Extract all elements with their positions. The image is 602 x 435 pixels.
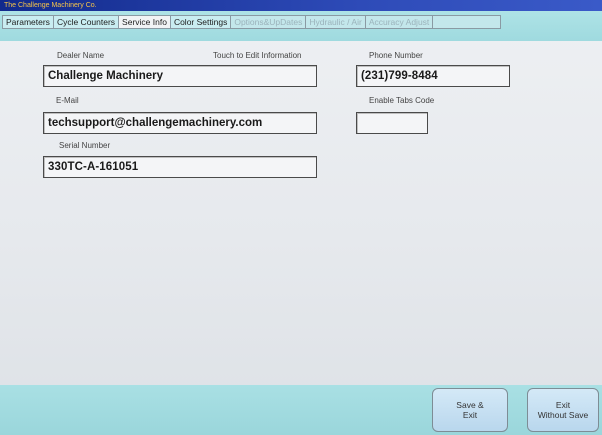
window-title: The Challenge Machinery Co. bbox=[0, 0, 602, 11]
tab-bar: Parameters Cycle Counters Service Info C… bbox=[0, 11, 602, 41]
enable-tabs-code-label: Enable Tabs Code bbox=[369, 96, 435, 105]
save-exit-line2: Exit bbox=[462, 410, 478, 420]
phone-number-field[interactable]: (231)799-8484 bbox=[356, 65, 510, 87]
tab-service-info[interactable]: Service Info bbox=[119, 15, 171, 29]
email-field[interactable]: techsupport@challengemachinery.com bbox=[43, 112, 317, 134]
tab-parameters[interactable]: Parameters bbox=[2, 15, 54, 29]
serial-number-label: Serial Number bbox=[59, 141, 111, 150]
phone-number-label: Phone Number bbox=[369, 51, 423, 60]
exit-without-save-button[interactable]: Exit Without Save bbox=[527, 388, 599, 432]
tab-color-settings[interactable]: Color Settings bbox=[170, 15, 232, 29]
serial-number-field[interactable]: 330TC-A-161051 bbox=[43, 156, 317, 178]
bottom-button-bar: Save & Exit Exit Without Save bbox=[0, 385, 602, 435]
save-exit-button[interactable]: Save & Exit bbox=[432, 388, 508, 432]
tab-hydraulic-air[interactable]: Hydraulic / Air bbox=[306, 15, 366, 29]
edit-hint-label: Touch to Edit Information bbox=[213, 51, 302, 60]
tab-accuracy-adjust[interactable]: Accuracy Adjust bbox=[365, 15, 434, 29]
tab-cycle-counters[interactable]: Cycle Counters bbox=[53, 15, 120, 29]
exit-without-save-line1: Exit bbox=[555, 400, 571, 410]
dealer-name-field[interactable]: Challenge Machinery bbox=[43, 65, 317, 87]
exit-without-save-line2: Without Save bbox=[537, 410, 589, 420]
tab-strip: Parameters Cycle Counters Service Info C… bbox=[2, 15, 502, 29]
dealer-name-label: Dealer Name bbox=[57, 51, 105, 60]
tab-options-updates[interactable]: Options&UpDates bbox=[231, 15, 307, 29]
tab-empty-slot bbox=[433, 15, 502, 29]
save-exit-line1: Save & bbox=[456, 400, 484, 410]
enable-tabs-code-field[interactable] bbox=[356, 112, 428, 134]
email-label: E-Mail bbox=[56, 96, 79, 105]
screen: The Challenge Machinery Co. Parameters C… bbox=[0, 0, 602, 435]
